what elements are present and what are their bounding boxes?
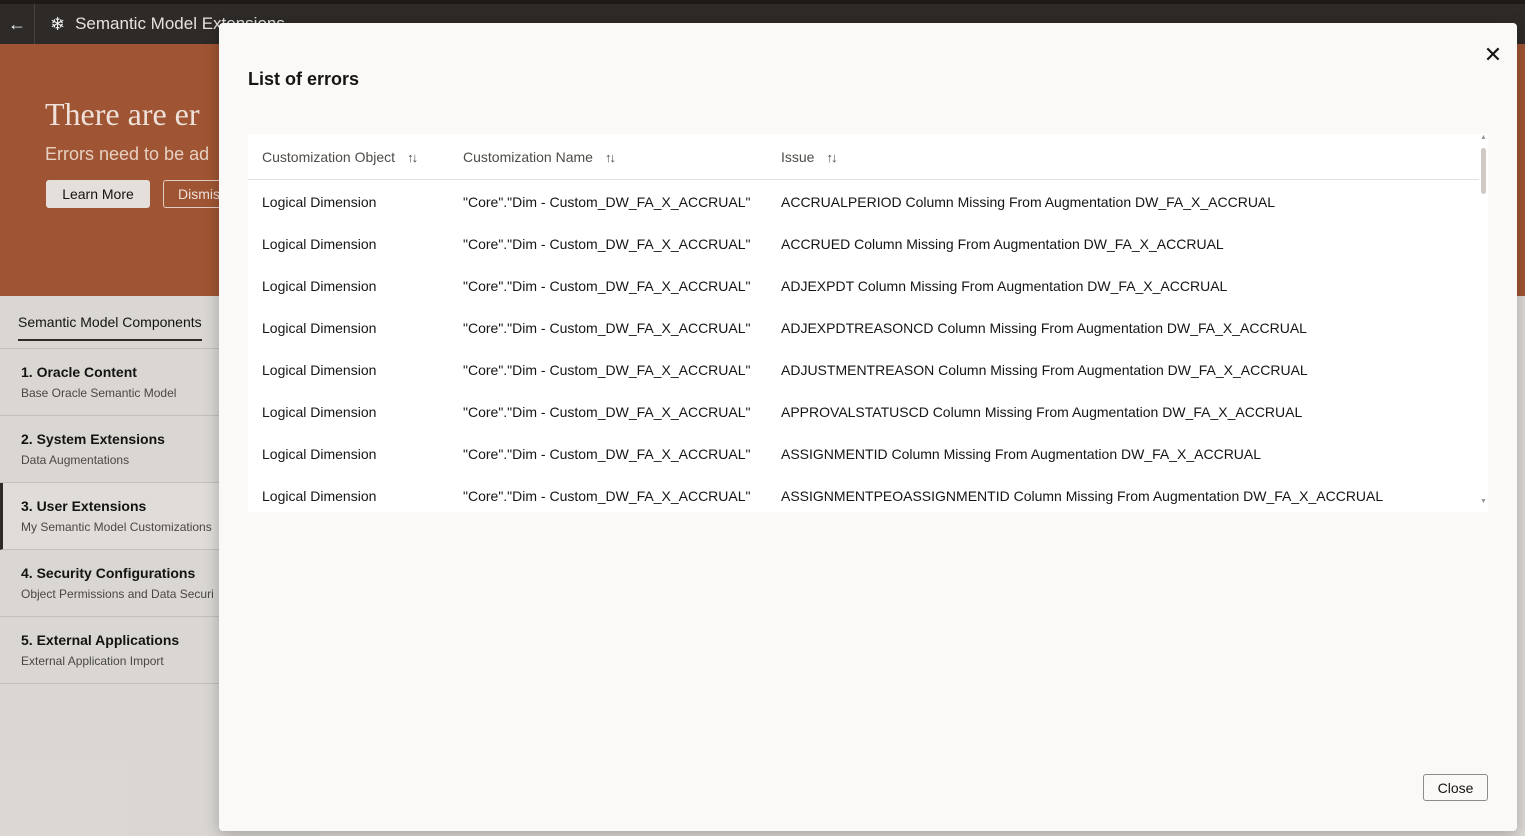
cell-customization-object: Logical Dimension xyxy=(262,194,377,210)
cell-customization-name: "Core"."Dim - Custom_DW_FA_X_ACCRUAL" xyxy=(463,362,751,378)
close-icon[interactable]: ✕ xyxy=(1481,43,1505,67)
cell-issue: ADJEXPDT Column Missing From Augmentatio… xyxy=(781,278,1228,294)
cell-customization-object: Logical Dimension xyxy=(262,446,377,462)
table-header: Customization Object ↑↓ Customization Na… xyxy=(248,134,1479,180)
table-row[interactable]: Logical Dimension "Core"."Dim - Custom_D… xyxy=(248,180,1479,222)
cell-issue: ACCRUALPERIOD Column Missing From Augmen… xyxy=(781,194,1276,210)
close-button[interactable]: Close xyxy=(1423,774,1488,801)
column-header-label: Issue xyxy=(781,149,815,165)
errors-dialog: List of errors ✕ Customization Object ↑↓… xyxy=(219,23,1517,831)
sort-icon[interactable]: ↑↓ xyxy=(407,150,418,165)
column-header-issue[interactable]: Issue ↑↓ xyxy=(781,149,837,165)
column-header-customization-name[interactable]: Customization Name ↑↓ xyxy=(463,149,616,165)
cell-customization-name: "Core"."Dim - Custom_DW_FA_X_ACCRUAL" xyxy=(463,404,751,420)
table-row[interactable]: Logical Dimension "Core"."Dim - Custom_D… xyxy=(248,348,1479,390)
cell-issue: ACCRUED Column Missing From Augmentation… xyxy=(781,236,1224,252)
cell-customization-object: Logical Dimension xyxy=(262,320,377,336)
cell-customization-name: "Core"."Dim - Custom_DW_FA_X_ACCRUAL" xyxy=(463,446,751,462)
table-row[interactable]: Logical Dimension "Core"."Dim - Custom_D… xyxy=(248,432,1479,474)
cell-customization-object: Logical Dimension xyxy=(262,362,377,378)
cell-customization-name: "Core"."Dim - Custom_DW_FA_X_ACCRUAL" xyxy=(463,488,751,504)
cell-issue: APPROVALSTATUSCD Column Missing From Aug… xyxy=(781,404,1303,420)
column-header-label: Customization Name xyxy=(463,149,593,165)
table-row[interactable]: Logical Dimension "Core"."Dim - Custom_D… xyxy=(248,222,1479,264)
sort-icon[interactable]: ↑↓ xyxy=(605,150,616,165)
cell-customization-name: "Core"."Dim - Custom_DW_FA_X_ACCRUAL" xyxy=(463,194,751,210)
cell-customization-name: "Core"."Dim - Custom_DW_FA_X_ACCRUAL" xyxy=(463,320,751,336)
table-row[interactable]: Logical Dimension "Core"."Dim - Custom_D… xyxy=(248,390,1479,432)
table-scrollbar[interactable]: ▲ ▼ xyxy=(1479,134,1488,512)
cell-issue: ADJUSTMENTREASON Column Missing From Aug… xyxy=(781,362,1308,378)
scrollbar-thumb[interactable] xyxy=(1481,148,1486,194)
cell-customization-object: Logical Dimension xyxy=(262,488,377,504)
errors-table: Customization Object ↑↓ Customization Na… xyxy=(248,134,1488,512)
cell-customization-name: "Core"."Dim - Custom_DW_FA_X_ACCRUAL" xyxy=(463,278,751,294)
table-row[interactable]: Logical Dimension "Core"."Dim - Custom_D… xyxy=(248,264,1479,306)
table-body: Logical Dimension "Core"."Dim - Custom_D… xyxy=(248,180,1479,512)
table-row[interactable]: Logical Dimension "Core"."Dim - Custom_D… xyxy=(248,474,1479,512)
cell-issue: ASSIGNMENTPEOASSIGNMENTID Column Missing… xyxy=(781,488,1384,504)
scroll-up-icon[interactable]: ▲ xyxy=(1480,134,1487,141)
cell-issue: ADJEXPDTREASONCD Column Missing From Aug… xyxy=(781,320,1307,336)
scroll-down-icon[interactable]: ▼ xyxy=(1480,498,1487,505)
cell-customization-name: "Core"."Dim - Custom_DW_FA_X_ACCRUAL" xyxy=(463,236,751,252)
sort-icon[interactable]: ↑↓ xyxy=(826,150,837,165)
table-row[interactable]: Logical Dimension "Core"."Dim - Custom_D… xyxy=(248,306,1479,348)
column-header-customization-object[interactable]: Customization Object ↑↓ xyxy=(262,149,418,165)
dialog-title: List of errors xyxy=(248,69,360,89)
cell-issue: ASSIGNMENTID Column Missing From Augment… xyxy=(781,446,1262,462)
column-header-label: Customization Object xyxy=(262,149,396,165)
cell-customization-object: Logical Dimension xyxy=(262,236,377,252)
cell-customization-object: Logical Dimension xyxy=(262,404,377,420)
cell-customization-object: Logical Dimension xyxy=(262,278,377,294)
